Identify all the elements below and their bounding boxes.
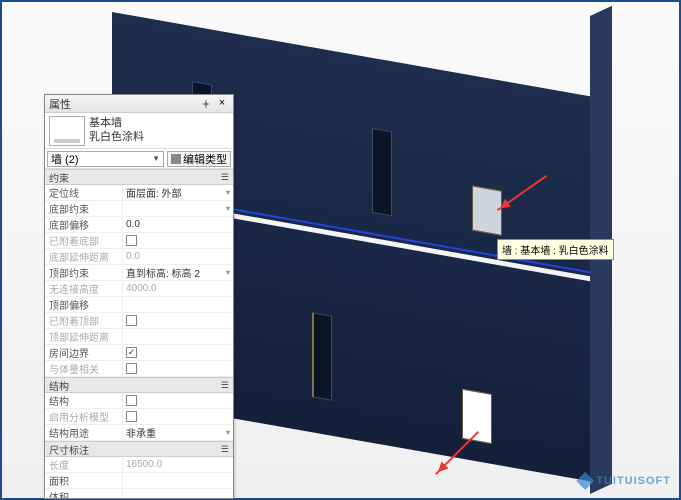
- property-row: 顶部偏移: [45, 297, 233, 313]
- properties-panel: 属性 × 基本墙 乳白色涂料 墙 (2) ▼ 编辑类型 约束☰定位线面层面: 外…: [44, 94, 234, 499]
- property-label: 定位线: [45, 185, 123, 200]
- property-label: 底部约束: [45, 201, 123, 216]
- property-row: 启用分析模型: [45, 409, 233, 425]
- chevron-down-icon: ▾: [226, 204, 230, 213]
- checkbox[interactable]: [126, 411, 137, 422]
- expand-icon: ☰: [221, 172, 229, 183]
- property-row: 体积: [45, 489, 233, 498]
- checkbox[interactable]: [126, 315, 137, 326]
- property-label: 已附着顶部: [45, 313, 123, 328]
- property-value[interactable]: 面层面: 外部▾: [123, 185, 233, 200]
- property-value[interactable]: 非承重▾: [123, 425, 233, 440]
- property-row: 面积: [45, 473, 233, 489]
- element-tooltip: 墙 : 基本墙 : 乳白色涂料: [497, 239, 614, 260]
- group-header[interactable]: 尺寸标注☰: [45, 441, 233, 457]
- properties-list[interactable]: 约束☰定位线面层面: 外部▾底部约束▾底部偏移0.0已附着底部底部延伸距离0.0…: [45, 169, 233, 498]
- property-value[interactable]: 16500.0: [123, 457, 233, 472]
- property-value[interactable]: 0.0: [123, 217, 233, 232]
- property-value[interactable]: ▾: [123, 201, 233, 216]
- property-row: 顶部约束直到标高: 标高 2▾: [45, 265, 233, 281]
- type-name: 乳白色涂料: [89, 131, 229, 144]
- type-selector[interactable]: 基本墙 乳白色涂料: [45, 113, 233, 149]
- property-row: 结构: [45, 393, 233, 409]
- property-value[interactable]: [123, 393, 233, 408]
- edit-type-label: 编辑类型: [183, 151, 227, 167]
- property-label: 已附着底部: [45, 233, 123, 248]
- chevron-down-icon: ▾: [226, 428, 230, 437]
- watermark: TUITUISOFT: [576, 472, 671, 490]
- property-row: 与体量相关: [45, 361, 233, 377]
- window-lower[interactable]: [462, 389, 492, 444]
- panel-title: 属性: [49, 96, 201, 112]
- property-row: 长度16500.0: [45, 457, 233, 473]
- property-value[interactable]: [123, 313, 233, 328]
- instance-selector[interactable]: 墙 (2) ▼: [47, 151, 164, 167]
- property-row: 无连接高度4000.0: [45, 281, 233, 297]
- checkbox[interactable]: ✓: [126, 347, 137, 358]
- property-label: 顶部约束: [45, 265, 123, 280]
- property-row: 定位线面层面: 外部▾: [45, 185, 233, 201]
- property-row: 房间边界✓: [45, 345, 233, 361]
- type-thumbnail: [49, 116, 85, 146]
- property-label: 底部偏移: [45, 217, 123, 232]
- property-row: 已附着顶部: [45, 313, 233, 329]
- property-row: 结构用途非承重▾: [45, 425, 233, 441]
- property-value[interactable]: 4000.0: [123, 281, 233, 296]
- group-header[interactable]: 约束☰: [45, 169, 233, 185]
- property-row: 已附着底部: [45, 233, 233, 249]
- property-label: 顶部偏移: [45, 297, 123, 312]
- edit-type-button[interactable]: 编辑类型: [167, 151, 231, 167]
- property-value[interactable]: [123, 473, 233, 488]
- chevron-down-icon: ▼: [152, 154, 160, 163]
- chevron-down-icon: ▾: [226, 268, 230, 277]
- property-value[interactable]: [123, 297, 233, 312]
- checkbox[interactable]: [126, 395, 137, 406]
- door-lower[interactable]: [312, 312, 332, 401]
- property-label: 启用分析模型: [45, 409, 123, 424]
- pin-icon[interactable]: [201, 99, 211, 109]
- property-value[interactable]: [123, 409, 233, 424]
- checkbox[interactable]: [126, 363, 137, 374]
- property-label: 长度: [45, 457, 123, 472]
- chevron-down-icon: ▾: [226, 188, 230, 197]
- logo-icon: [576, 472, 594, 490]
- property-label: 结构用途: [45, 425, 123, 440]
- type-labels: 基本墙 乳白色涂料: [89, 117, 229, 143]
- expand-icon: ☰: [221, 380, 229, 391]
- checkbox[interactable]: [126, 235, 137, 246]
- close-icon[interactable]: ×: [215, 97, 229, 111]
- group-header[interactable]: 结构☰: [45, 377, 233, 393]
- property-value[interactable]: ✓: [123, 345, 233, 360]
- property-value[interactable]: [123, 329, 233, 344]
- property-label: 房间边界: [45, 345, 123, 360]
- property-row: 底部延伸距离0.0: [45, 249, 233, 265]
- property-label: 结构: [45, 393, 123, 408]
- family-name: 基本墙: [89, 117, 229, 130]
- door-upper-mid[interactable]: [372, 128, 392, 217]
- panel-titlebar[interactable]: 属性 ×: [45, 95, 233, 113]
- expand-icon: ☰: [221, 444, 229, 455]
- property-value[interactable]: [123, 489, 233, 498]
- property-label: 体积: [45, 489, 123, 498]
- property-row: 底部偏移0.0: [45, 217, 233, 233]
- property-value[interactable]: [123, 361, 233, 376]
- property-value[interactable]: 0.0: [123, 249, 233, 264]
- edit-type-icon: [171, 154, 181, 164]
- property-value[interactable]: [123, 233, 233, 248]
- property-label: 与体量相关: [45, 361, 123, 376]
- instance-count: 墙 (2): [51, 151, 79, 167]
- property-label: 无连接高度: [45, 281, 123, 296]
- property-value[interactable]: 直到标高: 标高 2▾: [123, 265, 233, 280]
- property-row: 底部约束 ▾: [45, 201, 233, 217]
- property-row: 顶部延伸距离: [45, 329, 233, 345]
- property-label: 底部延伸距离: [45, 249, 123, 264]
- property-label: 面积: [45, 473, 123, 488]
- property-label: 顶部延伸距离: [45, 329, 123, 344]
